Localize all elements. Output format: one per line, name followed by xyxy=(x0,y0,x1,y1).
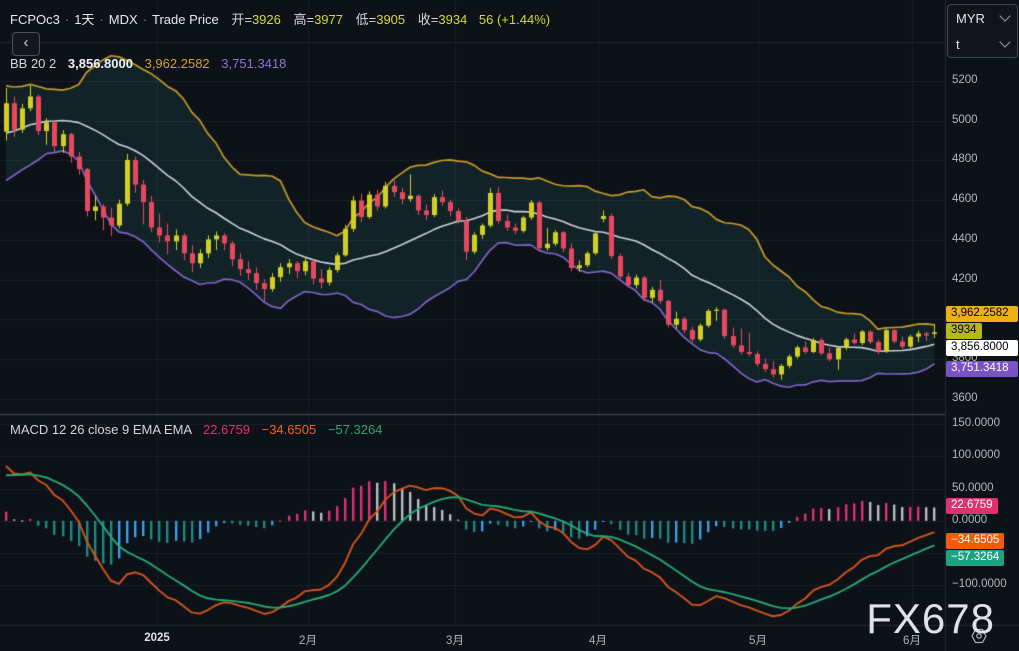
chevron-left-icon: ‹ xyxy=(23,34,29,51)
unit-dropdown[interactable]: t xyxy=(948,31,1017,57)
price-tick: 3600 xyxy=(952,391,978,404)
high-value: 3977 xyxy=(314,12,343,27)
price-tick: 5000 xyxy=(952,113,978,126)
price-tick: 4400 xyxy=(952,232,978,245)
bb-upper-value: 3,962.2582 xyxy=(144,56,210,71)
separator-dot: · xyxy=(142,12,147,27)
back-button[interactable]: ‹ xyxy=(12,32,40,56)
currency-dropdown[interactable]: MYR xyxy=(948,5,1017,31)
close-label: 收= xyxy=(417,12,439,27)
axis-price-label: 22.6759 xyxy=(946,498,998,515)
price-tick: 4600 xyxy=(952,193,978,206)
macd-tick: 150.0000 xyxy=(952,416,1000,429)
axis-price-label: 3934 xyxy=(946,322,982,339)
watermark: FX678 xyxy=(866,595,995,642)
bb-lower-value: 3,751.3418 xyxy=(221,56,287,71)
price-type: Trade Price xyxy=(152,12,219,27)
macd-tick: 100.0000 xyxy=(952,449,1000,462)
macd-hist-value: 22.6759 xyxy=(202,422,250,437)
currency-unit-selector: MYR t xyxy=(947,4,1018,58)
close-value: 3934 xyxy=(438,12,468,27)
open-value: 3926 xyxy=(251,12,281,27)
time-tick: 2月 xyxy=(299,635,317,647)
axis-price-label: 3,751.3418 xyxy=(946,360,1018,377)
price-tick: 5200 xyxy=(952,74,978,86)
time-tick: 3月 xyxy=(446,635,464,647)
axis-price-label: −34.6505 xyxy=(946,532,1005,549)
low-label: 低= xyxy=(355,12,377,27)
macd-title: MACD 12 26 close 9 EMA EMA xyxy=(10,422,192,437)
bb-title: BB 20 2 xyxy=(10,56,57,71)
high-label: 高= xyxy=(293,12,315,27)
macd-tick: 0.0000 xyxy=(952,513,988,526)
price-tick: 4800 xyxy=(952,153,978,166)
separator-dot: · xyxy=(99,12,104,27)
exchange-name: MDX xyxy=(108,12,138,27)
interval-value[interactable]: 1天 xyxy=(74,12,94,27)
axis-price-label: 3,962.2582 xyxy=(946,305,1018,322)
price-tick: 4200 xyxy=(952,272,978,285)
unit-value: t xyxy=(956,36,960,52)
macd-signal-value: −57.3264 xyxy=(327,422,383,437)
bb-basis-value: 3,856.8000 xyxy=(67,56,133,71)
axis-price-label: −57.3264 xyxy=(946,549,1005,566)
time-tick: 4月 xyxy=(589,635,607,647)
macd-tick: −100.0000 xyxy=(952,578,1007,591)
open-label: 开= xyxy=(231,12,252,27)
trading-chart-app: FCPOc3 · 1天 · MDX · Trade Price 开=3926 高=3977 … xyxy=(0,0,1019,651)
currency-value: MYR xyxy=(956,10,985,26)
separator-dot: · xyxy=(64,12,70,27)
chart-header: FCPOc3 · 1天 · MDX · Trade Price 开=3926 高=3977 … xyxy=(10,9,550,28)
change-value: 56 (+1.44%) xyxy=(478,12,551,27)
symbol-name[interactable]: FCPOc3 xyxy=(10,12,60,27)
macd-line-value: −34.6505 xyxy=(261,422,317,437)
axis-price-label: 3,856.8000 xyxy=(946,339,1018,356)
chart-canvas[interactable] xyxy=(0,0,1019,651)
time-tick: 5月 xyxy=(749,635,767,647)
time-tick: 2025 xyxy=(144,632,170,644)
bb-legend[interactable]: BB 20 2 3,856.8000 3,962.2582 3,751.3418 xyxy=(10,56,286,71)
macd-tick: 50.0000 xyxy=(952,481,994,494)
macd-legend[interactable]: MACD 12 26 close 9 EMA EMA 22.6759 −34.6… xyxy=(10,422,382,437)
chevron-down-icon xyxy=(999,10,1011,22)
low-value: 3905 xyxy=(376,12,406,27)
chevron-down-icon xyxy=(999,36,1011,48)
